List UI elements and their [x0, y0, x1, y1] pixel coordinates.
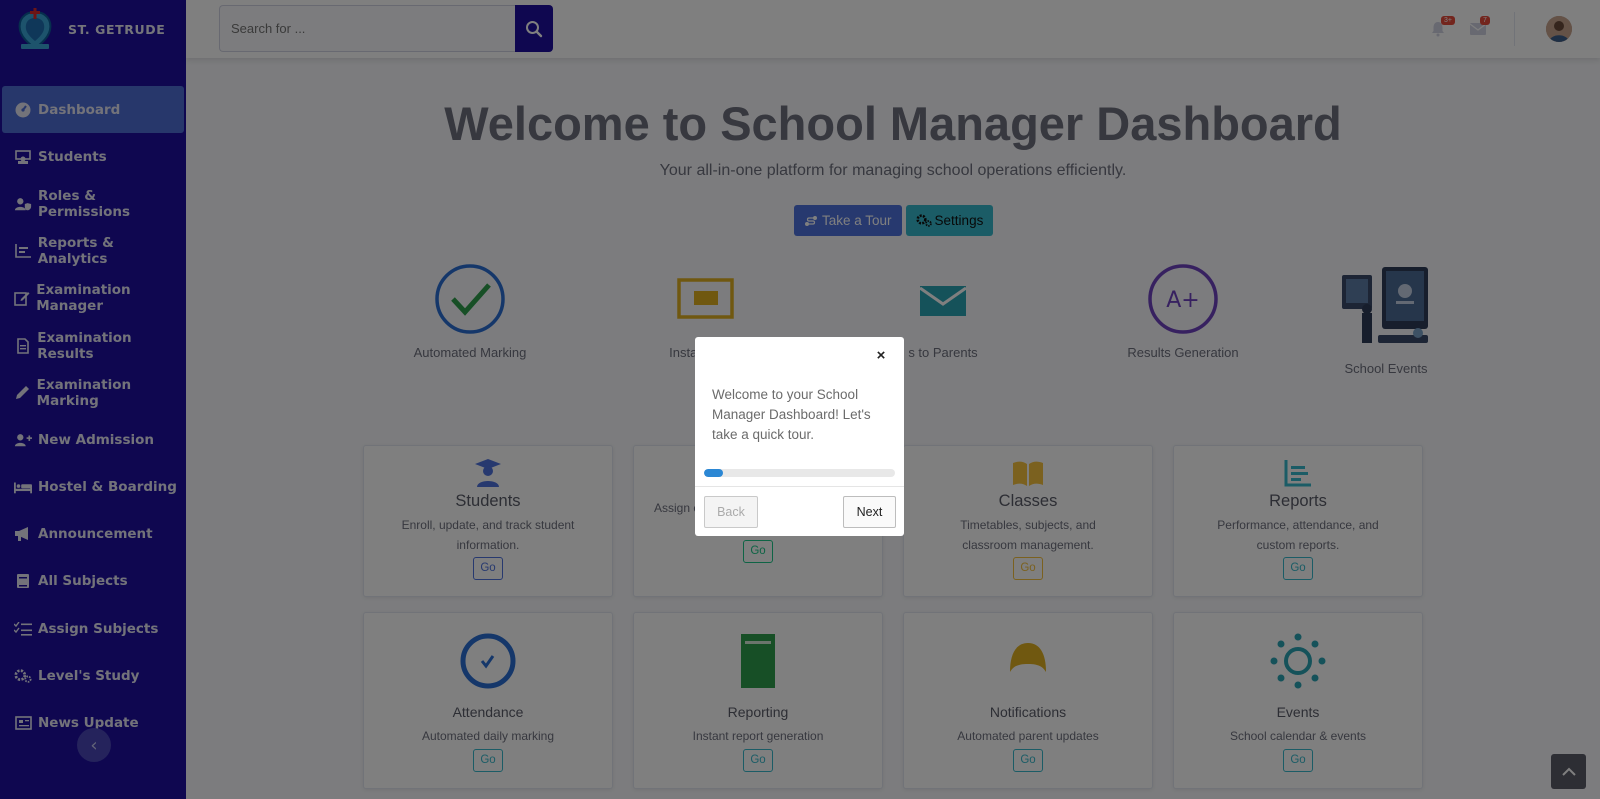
- next-button[interactable]: Next: [843, 496, 896, 528]
- tour-modal: × Welcome to your School Manager Dashboa…: [695, 337, 904, 536]
- close-icon[interactable]: ×: [874, 347, 888, 364]
- back-button[interactable]: Back: [704, 496, 758, 528]
- tour-progress-bar: [704, 469, 895, 477]
- modal-divider: [695, 486, 904, 487]
- tour-step-text: Welcome to your School Manager Dashboard…: [712, 387, 871, 442]
- tour-progress-fill: [704, 469, 724, 477]
